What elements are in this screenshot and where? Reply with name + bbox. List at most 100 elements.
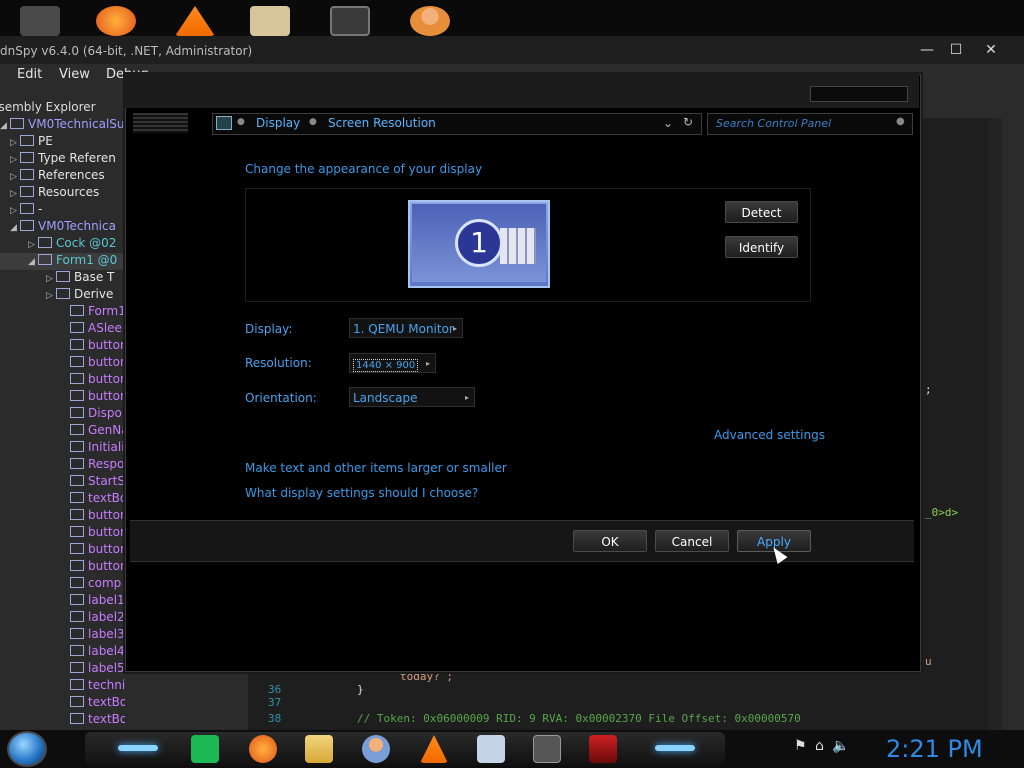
tree-expander-icon[interactable]: ▷ (28, 240, 38, 250)
tree-item-label: textBox1 : TextBox @04 (88, 695, 125, 709)
tree-item[interactable]: button (0, 372, 125, 389)
desktop-icon-app1[interactable] (20, 6, 60, 36)
tree-item[interactable]: Form1 (0, 304, 125, 321)
search-icon[interactable]: ● (896, 116, 905, 127)
tree-item[interactable]: button (0, 508, 125, 525)
menu-edit[interactable]: Edit (17, 67, 42, 82)
start-button[interactable] (7, 731, 47, 767)
search-control-panel-input[interactable]: Search Control Panel ● (707, 113, 913, 135)
menu-view[interactable]: View (59, 67, 90, 82)
performance-monitor-icon[interactable] (477, 735, 505, 763)
tree-item[interactable]: label2 (0, 610, 125, 627)
user-desktop-icon[interactable] (410, 6, 450, 36)
tree-item[interactable]: technician : string @04 (0, 678, 125, 695)
tree-item[interactable]: Respo (0, 457, 125, 474)
user-icon[interactable] (362, 735, 390, 763)
tree-item[interactable]: label1 (0, 593, 125, 610)
tree-item-label: PE (38, 134, 53, 148)
tree-item[interactable]: comp (0, 576, 125, 593)
close-button[interactable]: ✕ (981, 42, 1001, 58)
ok-button[interactable]: OK (573, 530, 647, 552)
notes-app-icon[interactable] (191, 735, 219, 763)
detect-button[interactable]: Detect (725, 201, 798, 223)
advanced-settings-link[interactable]: Advanced settings (714, 428, 825, 442)
code-scrollbar[interactable] (988, 118, 1002, 730)
maximize-button[interactable]: ☐ (946, 42, 966, 58)
tree-item[interactable]: button (0, 559, 125, 576)
display-select[interactable]: 1. QEMU Monitor ▸ (349, 318, 463, 338)
tree-item[interactable]: label4 (0, 644, 125, 661)
breadcrumb-screen-resolution[interactable]: Screen Resolution (328, 116, 436, 130)
tree-item[interactable]: ASleep (0, 321, 125, 338)
network-icon[interactable]: ⌂ (815, 738, 824, 754)
minimize-button[interactable]: — (917, 42, 937, 58)
tree-item[interactable]: ◢ Form1 @0 (0, 253, 125, 270)
resolution-select[interactable]: 1440 × 900 ▸ (349, 353, 436, 373)
tree-node-icon (20, 203, 34, 214)
tree-item[interactable]: ◢ VM0TechnicalSu (0, 117, 125, 134)
tree-item[interactable]: ▷ Resources (0, 185, 125, 202)
tree-item[interactable]: Initiali (0, 440, 125, 457)
tree-expander-icon[interactable]: ◢ (10, 223, 20, 233)
tree-item[interactable]: ▷ Base T (0, 270, 125, 287)
resolution-label: Resolution: (245, 356, 312, 370)
tree-item[interactable]: label3 (0, 627, 125, 644)
breadcrumb-display[interactable]: Display (256, 116, 300, 130)
tree-item-label: label1 (88, 593, 125, 607)
file-explorer-icon[interactable] (305, 735, 333, 763)
desktop-icon-app5[interactable] (330, 6, 370, 36)
tree-item[interactable]: label5 (0, 661, 125, 678)
tree-item[interactable]: textBo (0, 491, 125, 508)
tree-item[interactable]: ▷ Type Referen (0, 151, 125, 168)
tree-item[interactable]: button (0, 389, 125, 406)
tree-expander-icon[interactable]: ▷ (10, 172, 20, 182)
tree-item[interactable]: button (0, 525, 125, 542)
tree-item[interactable]: button (0, 338, 125, 355)
tree-item[interactable]: button (0, 355, 125, 372)
tree-item-label: button (88, 508, 125, 522)
tree-item[interactable]: ◢ VM0Technica (0, 219, 125, 236)
firefox-desktop-icon[interactable] (96, 6, 136, 36)
tree-item[interactable]: textBox2 : TextBox @04 (0, 712, 125, 729)
volume-icon[interactable]: 🔈 (832, 738, 849, 754)
chevron-down-icon[interactable]: ⌄ (663, 116, 673, 130)
code-snippet-u: u (925, 655, 932, 668)
hardware-app-icon[interactable] (589, 735, 617, 763)
tree-item[interactable]: textBox1 : TextBox @04 (0, 695, 125, 712)
cancel-button[interactable]: Cancel (655, 530, 729, 552)
hxd-desktop-icon[interactable] (250, 6, 290, 36)
tree-item[interactable]: GenNa (0, 423, 125, 440)
tree-expander-icon[interactable]: ▷ (10, 206, 20, 216)
action-center-flag-icon[interactable]: ⚑ (794, 738, 807, 754)
tree-item[interactable]: ▷ References (0, 168, 125, 185)
vlc-desktop-icon[interactable] (175, 6, 215, 36)
tree-expander-icon[interactable]: ▷ (10, 189, 20, 199)
tree-item[interactable]: ▷ PE (0, 134, 125, 151)
tree-item[interactable]: Dispo (0, 406, 125, 423)
orientation-label: Orientation: (245, 391, 317, 405)
orientation-select[interactable]: Landscape ▸ (349, 387, 475, 407)
windows-icon[interactable] (533, 735, 561, 763)
tree-expander-icon[interactable]: ◢ (0, 121, 10, 131)
tree-node-icon (70, 628, 84, 639)
taskbar-clock[interactable]: 2:21 PM (886, 735, 1006, 763)
tree-expander-icon[interactable]: ◢ (28, 257, 38, 267)
tree-item[interactable]: ▷ Derive (0, 287, 125, 304)
tree-item[interactable]: ▷ Cock @02 (0, 236, 125, 253)
tree-expander-icon[interactable]: ▷ (10, 138, 20, 148)
tree-item[interactable]: StartS (0, 474, 125, 491)
firefox-icon[interactable] (249, 735, 277, 763)
text-size-link[interactable]: Make text and other items larger or smal… (245, 461, 507, 475)
dialog-caption-buttons[interactable] (810, 86, 908, 102)
address-bar[interactable]: ● Display ● Screen Resolution ⌄ ↻ (212, 113, 702, 135)
tree-expander-icon[interactable]: ▷ (10, 155, 20, 165)
tree-item[interactable]: ▷ - (0, 202, 125, 219)
system-tray[interactable]: ⚑ ⌂ 🔈 (794, 738, 860, 758)
refresh-icon[interactable]: ↻ (683, 115, 693, 129)
display-settings-help-link[interactable]: What display settings should I choose? (245, 486, 478, 500)
nav-buttons[interactable] (133, 113, 188, 133)
tree-expander-icon[interactable]: ▷ (46, 291, 56, 301)
identify-button[interactable]: Identify (725, 236, 798, 258)
tree-item[interactable]: button (0, 542, 125, 559)
tree-expander-icon[interactable]: ▷ (46, 274, 56, 284)
